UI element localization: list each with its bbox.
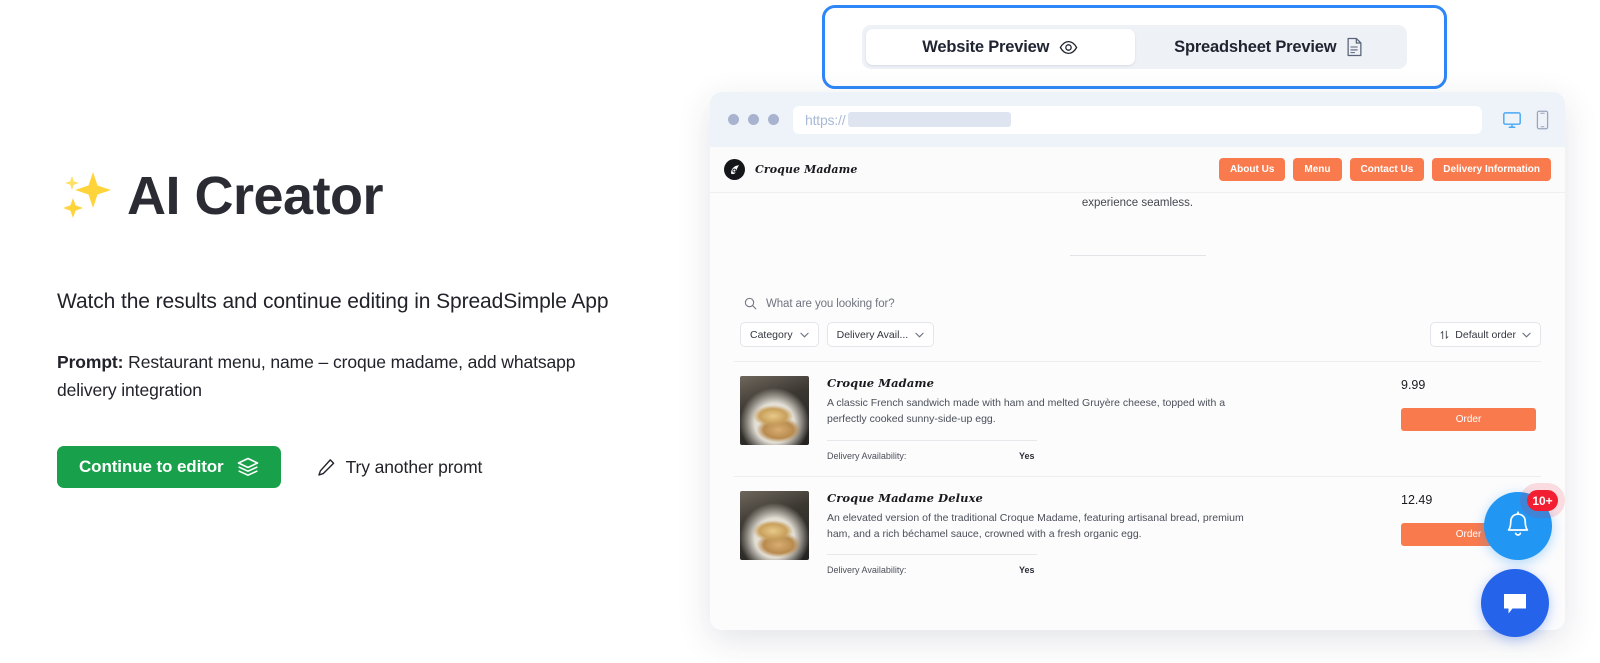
product-separator [827, 554, 1037, 556]
url-placeholder-bar [848, 112, 1012, 127]
filter-category-label: Category [750, 328, 793, 341]
prompt-label: Prompt: [57, 352, 124, 372]
search-icon [744, 297, 757, 310]
prompt-text: Restaurant menu, name – croque madame, a… [57, 352, 576, 401]
hero-divider [1069, 255, 1206, 256]
product-meta-value: Yes [1019, 565, 1035, 576]
tab-spreadsheet-preview-label: Spreadsheet Preview [1174, 37, 1337, 56]
product-image [740, 376, 809, 445]
continue-to-editor-label: Continue to editor [79, 457, 224, 476]
order-button[interactable]: Order [1401, 408, 1536, 431]
window-close-dot[interactable] [728, 114, 739, 125]
filter-delivery-availability-label: Delivery Avail... [836, 328, 909, 341]
sort-selector[interactable]: Default order [1430, 322, 1541, 347]
chevron-down-icon [1522, 332, 1531, 338]
notifications-button[interactable]: 10+ [1484, 490, 1558, 560]
product-price: 9.99 [1401, 378, 1426, 392]
chevron-down-icon [915, 332, 924, 338]
hero-tail-text: experience seamless. [1081, 197, 1194, 209]
bell-icon [1507, 511, 1529, 536]
search-bar [744, 297, 1541, 310]
browser-chrome-bar: https:// [710, 92, 1565, 147]
desktop-icon[interactable] [1502, 110, 1522, 130]
product-image [740, 490, 809, 560]
product-row[interactable]: Croque Madame Deluxe An elevated version… [734, 475, 1541, 577]
window-minimize-dot[interactable] [748, 114, 759, 125]
site-nav: About Us Menu Contact Us Delivery Inform… [1218, 158, 1551, 181]
product-name: Croque Madame [827, 376, 935, 390]
page-title: AI Creator [57, 166, 384, 226]
sort-selector-label: Default order [1455, 328, 1516, 341]
search-input[interactable] [766, 297, 1006, 310]
mobile-icon[interactable] [1536, 110, 1549, 130]
chat-button[interactable] [1481, 569, 1549, 637]
try-another-prompt-label: Try another promt [345, 456, 483, 477]
sparkles-icon [63, 172, 111, 218]
tab-website-preview[interactable]: Website Preview [866, 29, 1135, 65]
layers-icon [237, 457, 258, 476]
product-meta-label: Delivery Availability: [827, 565, 907, 576]
croque-madame-logo-icon [724, 159, 745, 180]
product-separator [827, 439, 1037, 441]
product-meta: Delivery Availability: Yes [827, 564, 1381, 576]
eye-icon [1059, 40, 1078, 54]
preview-mode-toggle: Website Preview Spreadsheet Preview [822, 5, 1447, 89]
window-controls [728, 114, 779, 125]
preview-mode-track: Website Preview Spreadsheet Preview [862, 25, 1407, 69]
product-meta-label: Delivery Availability: [827, 450, 907, 461]
product-details: Croque Madame Deluxe An elevated version… [809, 491, 1401, 577]
nav-delivery-information[interactable]: Delivery Information [1432, 158, 1551, 181]
filters-row: Category Delivery Avail... Default order [734, 322, 1541, 347]
window-maximize-dot[interactable] [768, 114, 779, 125]
filter-delivery-availability[interactable]: Delivery Avail... [826, 322, 935, 347]
prompt-display: Prompt: Restaurant menu, name – croque m… [57, 348, 622, 405]
product-row[interactable]: Croque Madame A classic French sandwich … [734, 361, 1541, 462]
continue-to-editor-button[interactable]: Continue to editor [57, 446, 281, 488]
site-header: Croque Madame About Us Menu Contact Us D… [710, 147, 1565, 193]
product-name: Croque Madame Deluxe [827, 490, 983, 505]
chevron-down-icon [799, 332, 809, 338]
chat-bubble-icon [1504, 594, 1526, 614]
tab-website-preview-label: Website Preview [922, 37, 1050, 56]
product-meta: Delivery Availability: Yes [827, 450, 1381, 462]
site-brand-name: Croque Madame [755, 163, 858, 176]
product-description: A classic French sandwich made with ham … [827, 397, 1226, 426]
document-icon [1347, 37, 1362, 57]
notifications-badge: 10+ [1527, 490, 1558, 511]
nav-contact-us[interactable]: Contact Us [1349, 158, 1425, 181]
try-another-prompt-button[interactable]: Try another promt [317, 456, 483, 478]
product-meta-value: Yes [1019, 450, 1035, 461]
url-protocol: https:// [805, 111, 846, 128]
site-brand[interactable]: Croque Madame [724, 159, 857, 180]
address-bar[interactable]: https:// [793, 105, 1482, 134]
website-preview-frame: https:// Croque Madame About Us Menu Con… [710, 92, 1565, 630]
pencil-icon [317, 458, 334, 476]
product-purchase: 9.99 Order [1401, 376, 1541, 431]
site-body: experience seamless. Category Delivery A… [710, 193, 1565, 630]
nav-about-us[interactable]: About Us [1218, 158, 1286, 181]
hero-actions: Continue to editor Try another promt [57, 446, 482, 488]
tab-spreadsheet-preview[interactable]: Spreadsheet Preview [1135, 29, 1404, 65]
nav-menu[interactable]: Menu [1293, 158, 1342, 181]
ai-creator-panel: AI Creator Watch the results and continu… [0, 0, 700, 663]
product-description: An elevated version of the traditional C… [827, 511, 1244, 540]
device-preview-switcher [1496, 110, 1549, 130]
sort-arrows-icon [1440, 330, 1449, 339]
page-subtitle: Watch the results and continue editing i… [57, 290, 609, 313]
page-title-text: AI Creator [127, 166, 384, 226]
filter-category[interactable]: Category [740, 322, 819, 347]
product-details: Croque Madame A classic French sandwich … [809, 376, 1401, 462]
